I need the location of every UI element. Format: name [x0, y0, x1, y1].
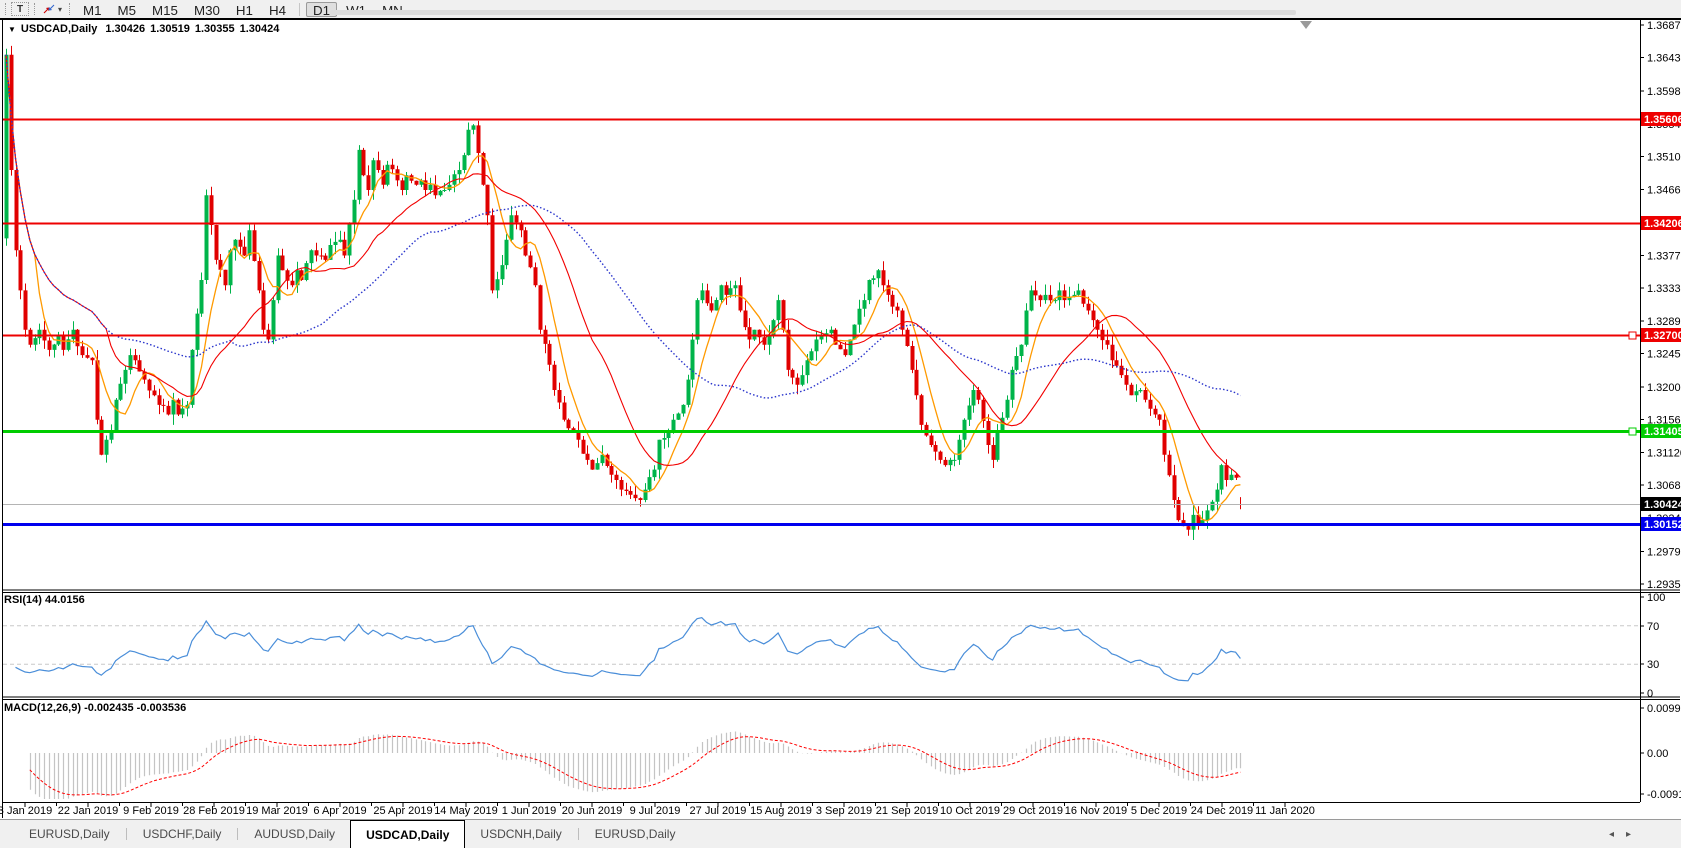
- price-label-1.32700: 1.32700: [1644, 330, 1681, 342]
- timeframe-button-h1[interactable]: H1: [229, 2, 260, 17]
- cursor-tools-button[interactable]: ▾: [42, 3, 62, 15]
- chart-canvas[interactable]: 1.368701.364301.359801.355401.351001.346…: [0, 18, 1681, 819]
- chart-tab-bar: EURUSD,DailyUSDCHF,DailyAUDUSD,DailyUSDC…: [0, 819, 1681, 848]
- timeframe-button-h4[interactable]: H4: [262, 2, 293, 17]
- price-label-1.34206: 1.34206: [1644, 218, 1681, 230]
- date-tick-label: 9 Feb 2019: [123, 805, 179, 817]
- timeframe-button-m15[interactable]: M15: [145, 2, 185, 17]
- price-tick-label: 1.32890: [1647, 316, 1681, 328]
- price-tick-label: 1.29790: [1647, 546, 1681, 558]
- toolbar-grip[interactable]: [34, 3, 35, 15]
- chart-scrollbar-thumb[interactable]: [330, 10, 1296, 15]
- ohlc-low: 1.30355: [195, 23, 235, 35]
- tab-scroll-left-button[interactable]: ◂: [1609, 829, 1614, 840]
- toolbar-separator: [299, 3, 300, 16]
- price-tick-label: 1.35100: [1647, 152, 1681, 164]
- date-tick-label: 10 Oct 2019: [940, 805, 1000, 817]
- toolbar-grip[interactable]: [5, 3, 6, 15]
- tab-separator: [578, 828, 579, 840]
- date-tick-label: 24 Dec 2019: [1191, 805, 1253, 817]
- price-tick-label: 1.31120: [1647, 447, 1681, 459]
- date-tick-label: 11 Jan 2020: [1255, 805, 1315, 817]
- date-tick-label: 9 Jul 2019: [630, 805, 681, 817]
- timeframe-button-m1[interactable]: M1: [76, 2, 109, 17]
- tab-scroll-right-button[interactable]: ▸: [1626, 829, 1631, 840]
- collapse-ohlc-icon[interactable]: ▼: [8, 25, 16, 34]
- tab-separator: [126, 828, 127, 840]
- price-tick-label: 1.30680: [1647, 480, 1681, 492]
- toolbar-grip[interactable]: [69, 3, 70, 15]
- price-label-1.30424: 1.30424: [1644, 499, 1681, 511]
- macd-tick-label: 0.00: [1647, 748, 1668, 760]
- date-tick-label: 6 Apr 2019: [313, 805, 366, 817]
- chart-title: ▼ USDCAD,Daily 1.30426 1.30519 1.30355 1…: [8, 23, 279, 35]
- price-tick-label: 1.34660: [1647, 184, 1681, 196]
- price-tick-label: 1.33770: [1647, 250, 1681, 262]
- tab-usdcnh-daily[interactable]: USDCNH,Daily: [465, 820, 576, 848]
- date-tick-label: 22 Jan 2019: [58, 805, 119, 817]
- level-line-handle[interactable]: [1629, 428, 1636, 435]
- date-tick-label: 29 Oct 2019: [1003, 805, 1063, 817]
- timeframe-button-m5[interactable]: M5: [111, 2, 144, 17]
- rsi-indicator-label: RSI(14) 44.0156: [4, 594, 85, 606]
- chart-area: 1.368701.364301.359801.355401.351001.346…: [0, 18, 1681, 819]
- date-tick-label: 21 Sep 2019: [876, 805, 938, 817]
- macd-indicator-label: MACD(12,26,9) -0.002435 -0.003536: [4, 702, 186, 714]
- tab-audusd-daily[interactable]: AUDUSD,Daily: [239, 820, 350, 848]
- arrows-tool-icon: [42, 3, 56, 15]
- text-tool-button[interactable]: T: [11, 2, 29, 16]
- price-tick-label: 1.33330: [1647, 283, 1681, 295]
- tab-usdchf-daily[interactable]: USDCHF,Daily: [128, 820, 237, 848]
- date-tick-label: 3 Jan 2019: [0, 805, 52, 817]
- tab-separator: [237, 828, 238, 840]
- date-tick-label: 15 Aug 2019: [750, 805, 812, 817]
- dropdown-caret-icon: ▾: [58, 5, 62, 14]
- date-tick-label: 25 Apr 2019: [373, 805, 432, 817]
- timeframe-button-m30[interactable]: M30: [187, 2, 227, 17]
- price-label-1.30152: 1.30152: [1644, 519, 1681, 531]
- date-tick-label: 28 Feb 2019: [183, 805, 245, 817]
- date-tick-label: 5 Dec 2019: [1131, 805, 1187, 817]
- toolbar: T ▾ M1M5M15M30H1H4D1W1MN: [0, 0, 1681, 18]
- price-tick-label: 1.32450: [1647, 349, 1681, 361]
- tab-usdcad-daily[interactable]: USDCAD,Daily: [350, 820, 465, 848]
- price-tick-label: 1.36430: [1647, 53, 1681, 65]
- date-tick-label: 16 Nov 2019: [1065, 805, 1127, 817]
- date-tick-label: 19 Mar 2019: [246, 805, 308, 817]
- price-label-1.35606: 1.35606: [1644, 114, 1681, 126]
- level-line-handle[interactable]: [1629, 332, 1636, 339]
- price-tick-label: 1.32000: [1647, 382, 1681, 394]
- mt4-chart-window: T ▾ M1M5M15M30H1H4D1W1MN 1.36870 1.36430 1…: [0, 0, 1681, 848]
- price-label-1.31405: 1.31405: [1644, 426, 1681, 438]
- rsi-tick-label: 0: [1647, 688, 1653, 700]
- ohlc-open: 1.30426: [105, 23, 145, 35]
- macd-tick-label: -0.00915: [1647, 789, 1681, 801]
- price-tick-label: 1.35980: [1647, 86, 1681, 98]
- date-tick-label: 1 Jun 2019: [502, 805, 556, 817]
- date-tick-label: 27 Jul 2019: [690, 805, 747, 817]
- price-tick-label: 1.29350: [1647, 579, 1681, 591]
- tab-eurusd-daily[interactable]: EURUSD,Daily: [14, 820, 125, 848]
- chart-symbol-label: USDCAD,Daily: [21, 23, 97, 35]
- price-tick-label: 1.36870: [1647, 20, 1681, 32]
- date-tick-label: 3 Sep 2019: [816, 805, 872, 817]
- ohlc-close: 1.30424: [240, 23, 280, 35]
- tab-eurusd-daily[interactable]: EURUSD,Daily: [580, 820, 691, 848]
- macd-tick-label: 0.009975: [1647, 703, 1681, 715]
- rsi-tick-label: 100: [1647, 592, 1665, 604]
- date-tick-label: 20 Jun 2019: [562, 805, 623, 817]
- rsi-tick-label: 30: [1647, 659, 1659, 671]
- date-tick-label: 14 May 2019: [434, 805, 498, 817]
- rsi-tick-label: 70: [1647, 621, 1659, 633]
- ohlc-high: 1.30519: [150, 23, 190, 35]
